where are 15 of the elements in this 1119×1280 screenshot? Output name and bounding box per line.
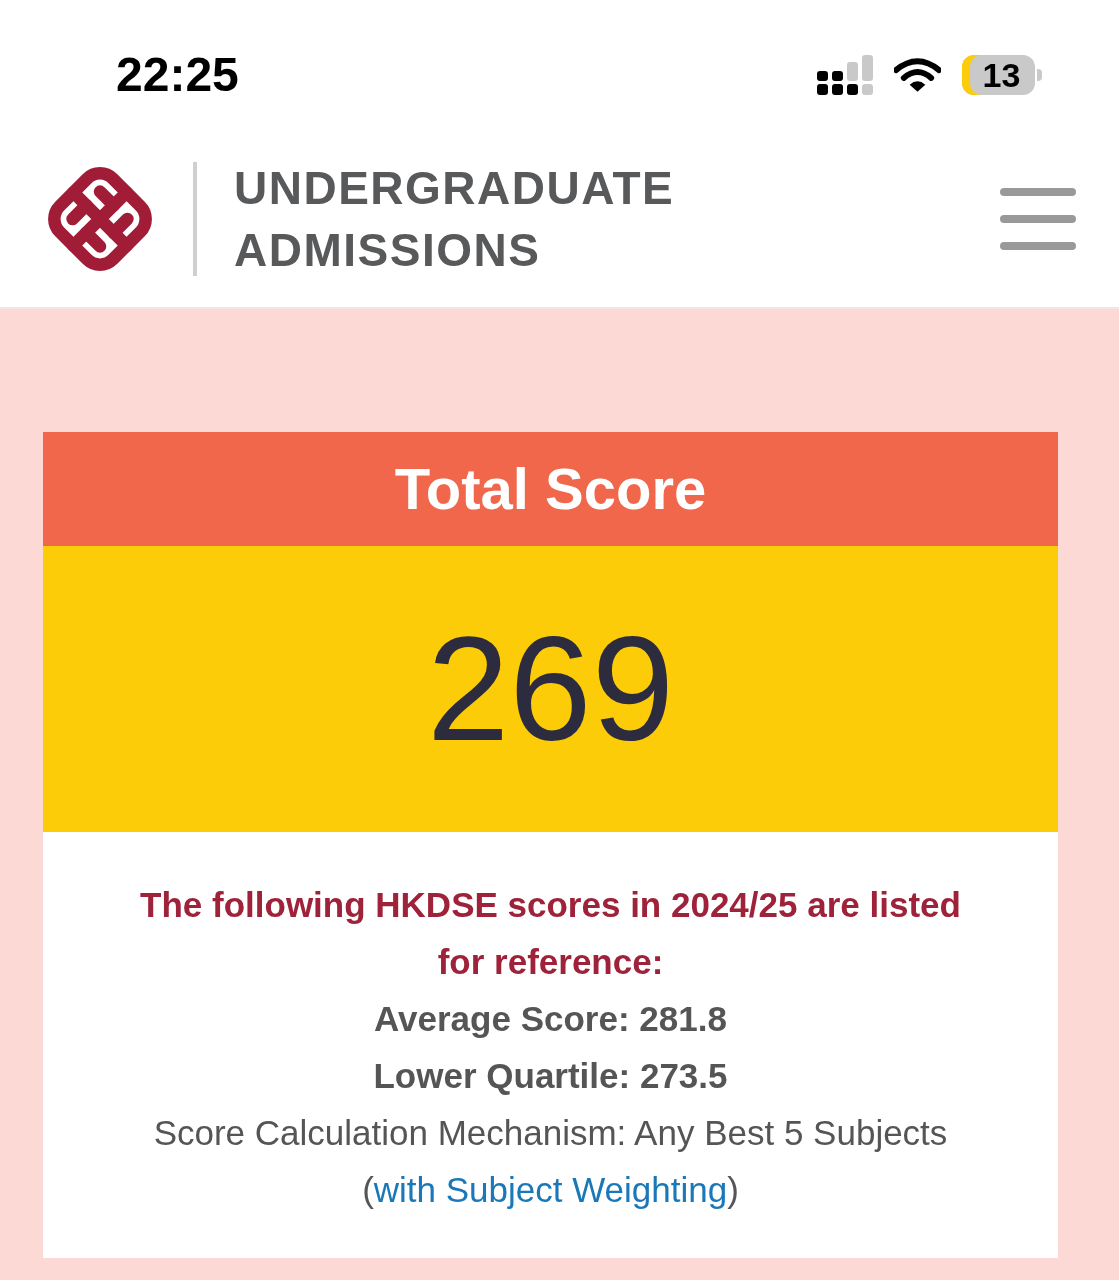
menu-icon bbox=[1000, 187, 1076, 250]
battery-indicator: 13 bbox=[962, 55, 1035, 95]
reference-note: The following HKDSE scores in 2024/25 are listed for reference: bbox=[139, 884, 962, 983]
score-statistic: Average Score: 281.8 bbox=[373, 998, 728, 1040]
site-title: UNDERGRADUATE ADMISSIONS bbox=[234, 160, 675, 278]
wifi-icon bbox=[894, 58, 941, 92]
subject-weighting-link[interactable]: with Subject Weighting bbox=[373, 1170, 728, 1209]
calculation-mechanism-text: Score Calculation Mechanism: Any Best 5 Subjects (with Subject Weighting) bbox=[152, 1112, 949, 1211]
status-time: 22:25 bbox=[116, 51, 239, 99]
score-statistic: Lower Quartile: 273.5 bbox=[372, 1055, 729, 1097]
total-score: 269 bbox=[427, 615, 674, 763]
signal-icon bbox=[817, 55, 873, 95]
menu-button[interactable] bbox=[1000, 187, 1076, 250]
card-title: Total Score bbox=[394, 460, 707, 518]
battery-terminal-icon bbox=[1037, 69, 1042, 81]
